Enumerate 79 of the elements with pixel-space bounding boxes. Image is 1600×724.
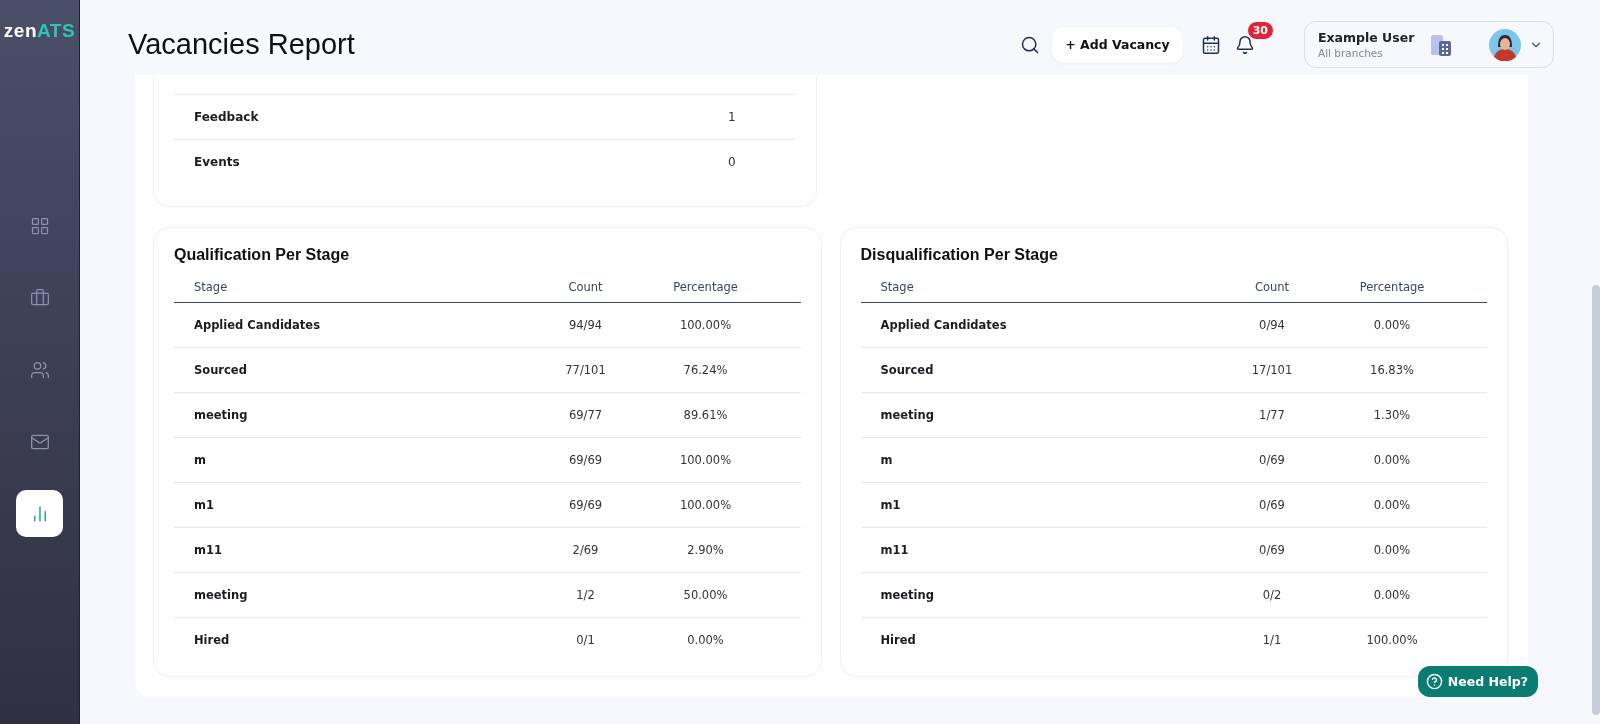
summary-label: Events xyxy=(194,155,241,169)
calendar-icon[interactable] xyxy=(1200,34,1221,55)
card-title: Disqualification Per Stage xyxy=(860,246,1059,264)
percentage-cell-text: 100.00% xyxy=(678,453,733,467)
count-cell-text: 0/1 xyxy=(575,633,596,647)
percentage-cell-text: 100.00% xyxy=(678,498,733,512)
stage-cell-text: meeting xyxy=(194,408,249,422)
stage-cell-text: m11 xyxy=(880,543,910,557)
stage-cell-text: Sourced xyxy=(880,363,935,377)
count-cell-text: 2/69 xyxy=(571,543,600,557)
stage-cell-text: Hired xyxy=(194,633,231,647)
column-header: Percentage xyxy=(1358,280,1426,294)
logo: zenATS xyxy=(3,20,76,42)
column-header: Percentage xyxy=(672,280,739,294)
building-icon xyxy=(1429,32,1453,57)
percentage-cell-text: 0.00% xyxy=(686,633,725,647)
column-header: Count xyxy=(567,280,604,294)
count-cell-text: 1/1 xyxy=(1261,633,1283,647)
percentage-cell-text: 0.00% xyxy=(1372,543,1412,557)
stage-cell-text: m11 xyxy=(194,543,223,557)
percentage-cell-text: 0.00% xyxy=(1372,453,1412,467)
count-cell-text: 1/2 xyxy=(575,588,596,602)
percentage-cell-text: 100.00% xyxy=(678,318,733,332)
count-cell-text: 0/69 xyxy=(1258,543,1286,557)
bell-icon[interactable] xyxy=(1234,34,1255,55)
percentage-cell-text: 2.90% xyxy=(686,543,725,557)
percentage-cell-text: 1.30% xyxy=(1372,408,1412,422)
summary-value: 0 xyxy=(728,155,737,169)
column-header: Stage xyxy=(194,280,229,294)
nav-item[interactable] xyxy=(16,490,63,537)
count-cell-text: 0/94 xyxy=(1258,318,1286,332)
stage-cell-text: m1 xyxy=(880,498,902,512)
count-cell-text: 0/69 xyxy=(1258,453,1286,467)
card-title: Qualification Per Stage xyxy=(174,246,351,264)
count-cell-text: 0/69 xyxy=(1258,498,1286,512)
count-cell-text: 17/101 xyxy=(1250,363,1294,377)
stage-cell-text: Applied Candidates xyxy=(880,318,1008,332)
stage-cell-text: m1 xyxy=(194,498,215,512)
count-cell-text: 69/69 xyxy=(567,498,604,512)
stage-cell-text: m xyxy=(880,453,894,467)
percentage-cell-text: 0.00% xyxy=(1372,498,1412,512)
add-vacancy-button[interactable]: + Add Vacancy xyxy=(1052,26,1183,63)
count-cell-text: 77/101 xyxy=(564,363,607,377)
column-header: Count xyxy=(1253,280,1291,294)
user-branch: All branches xyxy=(1318,47,1384,59)
avatar xyxy=(1489,28,1521,61)
user-menu[interactable]: Example User All branches xyxy=(1304,21,1554,68)
percentage-cell-text: 16.83% xyxy=(1369,363,1415,377)
summary-label: Feedback xyxy=(194,110,260,124)
stage-cell-text: meeting xyxy=(880,408,935,422)
dashboard-icon xyxy=(29,215,50,236)
page-title: Vacancies Report xyxy=(128,28,356,61)
percentage-cell-text: 100.00% xyxy=(1365,633,1419,647)
percentage-cell-text: 0.00% xyxy=(1372,588,1412,602)
count-cell-text: 69/69 xyxy=(567,453,604,467)
user-name: Example User xyxy=(1318,30,1416,45)
help-icon xyxy=(1425,673,1443,690)
column-header: Stage xyxy=(880,280,915,294)
stage-cell-text: meeting xyxy=(194,588,249,602)
briefcase-icon xyxy=(29,287,50,308)
count-cell-text: 69/77 xyxy=(567,408,604,422)
scrollbar-thumb[interactable] xyxy=(1592,285,1600,715)
summary-value: 1 xyxy=(728,110,737,124)
count-cell-text: 0/2 xyxy=(1261,588,1283,602)
stage-cell-text: meeting xyxy=(880,588,935,602)
stage-cell-text: m xyxy=(194,453,207,467)
stage-cell-text: Applied Candidates xyxy=(194,318,321,332)
search-icon[interactable] xyxy=(1020,34,1041,55)
stage-cell-text: Sourced xyxy=(194,363,248,377)
percentage-cell-text: 76.24% xyxy=(682,363,729,377)
percentage-cell-text: 89.61% xyxy=(682,408,729,422)
stage-cell-text: Hired xyxy=(880,633,917,647)
users-icon xyxy=(29,359,50,380)
notification-badge: 30 xyxy=(1246,21,1274,40)
help-button[interactable]: Need Help? xyxy=(1417,666,1538,697)
count-cell-text: 1/77 xyxy=(1258,408,1286,422)
count-cell-text: 94/94 xyxy=(567,318,604,332)
percentage-cell-text: 50.00% xyxy=(682,588,729,602)
percentage-cell-text: 0.00% xyxy=(1372,318,1412,332)
